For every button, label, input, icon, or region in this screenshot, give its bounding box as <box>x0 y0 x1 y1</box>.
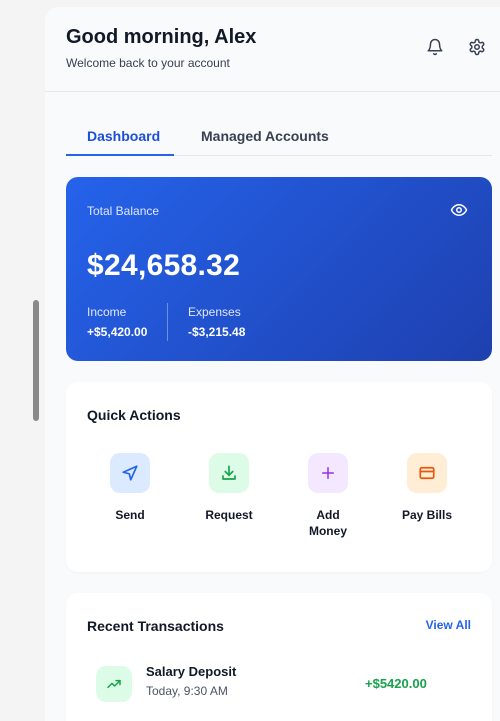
request-label: Request <box>205 508 253 522</box>
tab-bar: Dashboard Managed Accounts <box>66 114 492 156</box>
send-button[interactable]: Send <box>90 453 170 523</box>
bell-icon[interactable] <box>424 36 446 58</box>
eye-icon[interactable] <box>450 201 468 219</box>
app-window: Good morning, Alex Welcome back to your … <box>45 7 500 721</box>
recent-transactions-title: Recent Transactions <box>87 618 224 634</box>
total-balance-label: Total Balance <box>87 204 160 218</box>
pay-bills-label: Pay Bills <box>401 508 453 522</box>
balance-card: Total Balance $24,658.32 Income +$5,420.… <box>66 177 492 361</box>
download-icon <box>209 453 249 493</box>
pay-bills-button[interactable]: Pay Bills <box>387 453 467 523</box>
expenses-value: -$3,215.48 <box>188 325 246 339</box>
transaction-name: Salary Deposit <box>146 664 237 679</box>
scrollbar-thumb[interactable] <box>33 300 39 421</box>
recent-transactions-card: Recent Transactions View All Salary Depo… <box>66 593 492 721</box>
greeting-subtitle: Welcome back to your account <box>66 56 230 70</box>
send-label: Send <box>115 508 145 522</box>
view-all-link[interactable]: View All <box>426 618 471 632</box>
active-tab-indicator <box>66 154 174 156</box>
send-icon <box>110 453 150 493</box>
header: Good morning, Alex Welcome back to your … <box>45 7 500 92</box>
request-button[interactable]: Request <box>189 453 269 523</box>
expenses-stat: Expenses -$3,215.48 <box>188 305 245 339</box>
card-icon <box>407 453 447 493</box>
total-balance-amount: $24,658.32 <box>87 249 241 282</box>
transaction-amount: +$5420.00 <box>365 676 427 691</box>
expenses-label: Expenses <box>188 305 241 319</box>
transaction-row[interactable]: Salary Deposit Today, 9:30 AM +$5420.00 <box>96 664 472 704</box>
trending-up-icon <box>96 666 132 702</box>
gear-icon[interactable] <box>466 36 488 58</box>
greeting-title: Good morning, Alex <box>66 26 257 48</box>
tab-managed-accounts[interactable]: Managed Accounts <box>201 128 329 144</box>
transaction-time: Today, 9:30 AM <box>146 684 228 698</box>
income-stat: Income +$5,420.00 <box>87 305 147 339</box>
quick-actions-title: Quick Actions <box>87 407 181 423</box>
add-money-label: Add Money <box>308 508 347 538</box>
stat-divider <box>167 303 168 341</box>
add-money-button[interactable]: Add Money <box>288 453 368 539</box>
quick-actions-card: Quick Actions Send Request Add Money Pay… <box>66 382 492 572</box>
income-value: +$5,420.00 <box>87 325 148 339</box>
income-label: Income <box>87 305 127 319</box>
tab-dashboard[interactable]: Dashboard <box>87 128 160 144</box>
plus-icon <box>308 453 348 493</box>
